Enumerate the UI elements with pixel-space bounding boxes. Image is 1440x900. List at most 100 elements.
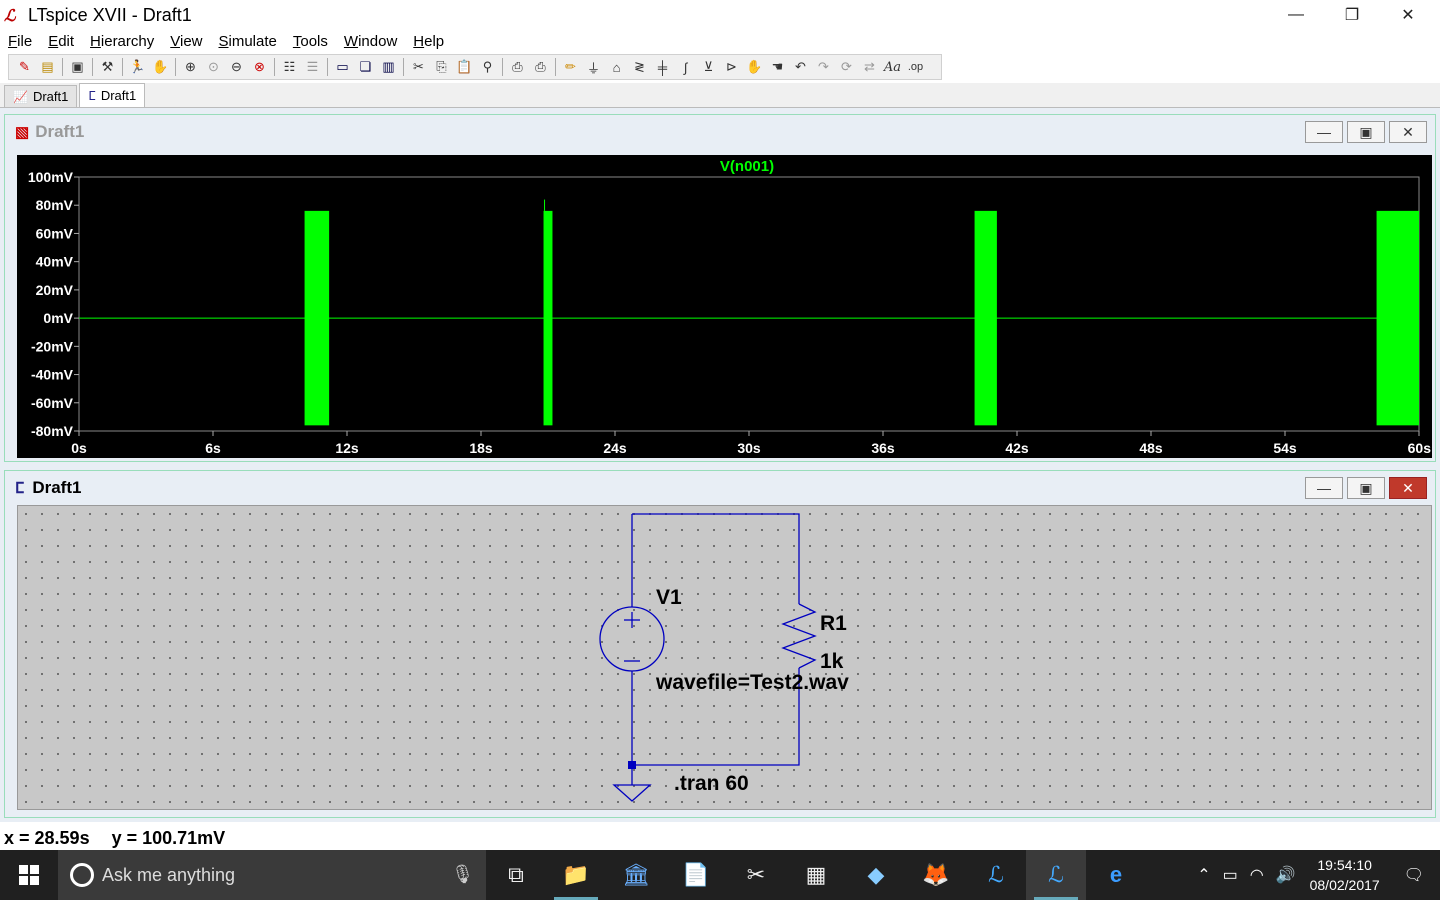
menu-help[interactable]: Help xyxy=(405,33,452,50)
start-button[interactable] xyxy=(0,850,58,900)
open-icon[interactable]: ▤ xyxy=(38,57,58,77)
waveform-maximize-button[interactable]: ▣ xyxy=(1347,121,1385,143)
menu-view[interactable]: View xyxy=(162,33,210,50)
microphone-icon[interactable]: 🎙 xyxy=(451,864,474,885)
schematic-canvas[interactable]: V1 R1 1k wavefile=Test2.wav .tran 60 xyxy=(17,505,1432,810)
schematic-drawing[interactable]: V1 R1 1k wavefile=Test2.wav .tran 60 xyxy=(18,506,1433,811)
chevron-up-icon[interactable]: ⌃ xyxy=(1197,865,1210,885)
cut-icon[interactable]: ✂ xyxy=(409,57,429,77)
ground-symbol[interactable] xyxy=(612,784,652,802)
move-icon[interactable]: ✋ xyxy=(745,57,765,77)
battery-icon[interactable]: ▭ xyxy=(1223,865,1238,885)
rotate-icon[interactable]: ⟳ xyxy=(837,57,857,77)
file-explorer-icon[interactable]: 📁 xyxy=(546,850,606,900)
edge-browser-icon[interactable]: e xyxy=(1086,850,1146,900)
schematic-window: ⵎ Draft1 — ▣ ✕ V1 R1 1k wavefile=Test2.w… xyxy=(4,470,1436,818)
plot-frame xyxy=(78,176,1420,432)
wifi-icon[interactable]: ◠ xyxy=(1250,865,1264,885)
menu-file[interactable]: File xyxy=(0,33,40,50)
v1-name-label[interactable]: V1 xyxy=(656,586,682,609)
zoom-out-icon[interactable]: ⊖ xyxy=(227,57,247,77)
snipping-tool-icon[interactable]: ✂ xyxy=(726,850,786,900)
autorange-icon[interactable]: ☷ xyxy=(280,57,300,77)
waveform-plot[interactable]: V(n001) 100mV 80mV 60mV 40mV 20mV 0mV -20mV -40… xyxy=(17,155,1432,458)
x-tick-label: 48s xyxy=(1139,440,1163,456)
node-n001-dot xyxy=(628,761,636,769)
print-setup-icon[interactable]: ⎙ xyxy=(508,57,528,77)
diode-icon[interactable]: ⊻ xyxy=(699,57,719,77)
trace-label[interactable]: V(n001) xyxy=(720,158,774,175)
taskbar-search-box[interactable]: Ask me anything 🎙 xyxy=(58,850,486,900)
volume-icon[interactable]: 🔊 xyxy=(1276,865,1296,885)
clock[interactable]: 19:54:10 08/02/2017 xyxy=(1310,855,1380,895)
task-view-icon[interactable]: ⧉ xyxy=(486,850,546,900)
waveform-chart[interactable]: V(n001) 100mV 80mV 60mV 40mV 20mV 0mV -20mV -40… xyxy=(17,155,1432,458)
resistor-icon[interactable]: ≷ xyxy=(630,57,650,77)
wire-icon[interactable]: ✏ xyxy=(561,57,581,77)
zoom-in-icon[interactable]: ⊕ xyxy=(181,57,201,77)
halt-icon[interactable]: ✋ xyxy=(151,57,171,77)
capacitor-icon[interactable]: ╪ xyxy=(653,57,673,77)
zoom-full-icon[interactable]: ⊗ xyxy=(250,57,270,77)
y-tick-label: 40mV xyxy=(36,254,74,270)
tile-vertical-icon[interactable]: ▥ xyxy=(379,57,399,77)
browser-app-icon[interactable]: 🦊 xyxy=(906,850,966,900)
schematic-minimize-button[interactable]: — xyxy=(1305,477,1343,499)
inductor-icon[interactable]: ∫ xyxy=(676,57,696,77)
print-icon[interactable]: ⎙ xyxy=(531,57,551,77)
ltspice-iv-icon[interactable]: ℒ xyxy=(966,850,1026,900)
menu-simulate[interactable]: Simulate xyxy=(211,33,285,50)
x-tick-label: 24s xyxy=(603,440,627,456)
tab-waveform[interactable]: 📈 Draft1 xyxy=(4,85,78,107)
drag-icon[interactable]: ☚ xyxy=(768,57,788,77)
mark-unref-icon[interactable]: ☰ xyxy=(303,57,323,77)
y-tick-label: 20mV xyxy=(36,282,74,298)
notifications-icon[interactable]: 🗨 xyxy=(1404,865,1424,885)
minimize-button[interactable]: — xyxy=(1268,0,1324,30)
schematic-close-button[interactable]: ✕ xyxy=(1389,477,1427,499)
calculator-icon[interactable]: ▦ xyxy=(786,850,846,900)
r1-value-label[interactable]: 1k xyxy=(820,650,844,673)
mirror-icon[interactable]: ⇄ xyxy=(860,57,880,77)
schematic-maximize-button[interactable]: ▣ xyxy=(1347,477,1385,499)
waveform-minimize-button[interactable]: — xyxy=(1305,121,1343,143)
toolbar: ✎ ▤ ▣ ⚒ 🏃 ✋ ⊕ ⊙ ⊖ ⊗ ☷ ☰ ▭ ❏ ▥ ✂ ⎘ 📋 ⚲ ⎙ … xyxy=(8,54,942,80)
zoom-pan-icon[interactable]: ⊙ xyxy=(204,57,224,77)
paste-icon[interactable]: 📋 xyxy=(455,57,475,77)
ltspice-xvii-icon[interactable]: ℒ xyxy=(1026,850,1086,900)
cascade-icon[interactable]: ❏ xyxy=(356,57,376,77)
menu-tools[interactable]: Tools xyxy=(285,33,336,50)
copy-icon[interactable]: ⎘ xyxy=(432,57,452,77)
y-tick-label: -60mV xyxy=(31,395,74,411)
spice-directive-label[interactable]: .tran 60 xyxy=(674,772,749,795)
find-icon[interactable]: ⚲ xyxy=(478,57,498,77)
tab-schematic[interactable]: ⵎ Draft1 xyxy=(79,83,146,107)
menu-hierarchy[interactable]: Hierarchy xyxy=(82,33,162,50)
close-button[interactable]: ✕ xyxy=(1380,0,1436,30)
r1-symbol[interactable] xyxy=(781,603,817,669)
redo-icon[interactable]: ↷ xyxy=(814,57,834,77)
undo-icon[interactable]: ↶ xyxy=(791,57,811,77)
cursor-x-readout: x = 28.59s xyxy=(4,827,90,848)
ground-icon[interactable]: ⏚ xyxy=(584,57,604,77)
component-icon[interactable]: ⊳ xyxy=(722,57,742,77)
library-app-icon[interactable]: 🏛 xyxy=(606,850,666,900)
run-icon[interactable]: 🏃 xyxy=(128,57,148,77)
restore-button[interactable]: ❐ xyxy=(1324,0,1380,30)
notepad-app-icon[interactable]: ◆ xyxy=(846,850,906,900)
v1-value-label[interactable]: wavefile=Test2.wav xyxy=(655,671,849,694)
r1-name-label[interactable]: R1 xyxy=(820,612,847,635)
waveform-icon: ▧ xyxy=(15,124,30,141)
spice-directive-icon[interactable]: .op xyxy=(906,57,926,77)
menu-edit[interactable]: Edit xyxy=(40,33,82,50)
waveform-icon: 📈 xyxy=(13,89,28,104)
new-schematic-icon[interactable]: ✎ xyxy=(15,57,35,77)
text-icon[interactable]: Aa xyxy=(883,57,903,77)
waveform-close-button[interactable]: ✕ xyxy=(1389,121,1427,143)
control-panel-icon[interactable]: ⚒ xyxy=(98,57,118,77)
menu-window[interactable]: Window xyxy=(336,33,405,50)
save-icon[interactable]: ▣ xyxy=(68,57,88,77)
label-net-icon[interactable]: ⌂ xyxy=(607,57,627,77)
document-app-icon[interactable]: 📄 xyxy=(666,850,726,900)
tile-icon[interactable]: ▭ xyxy=(333,57,353,77)
